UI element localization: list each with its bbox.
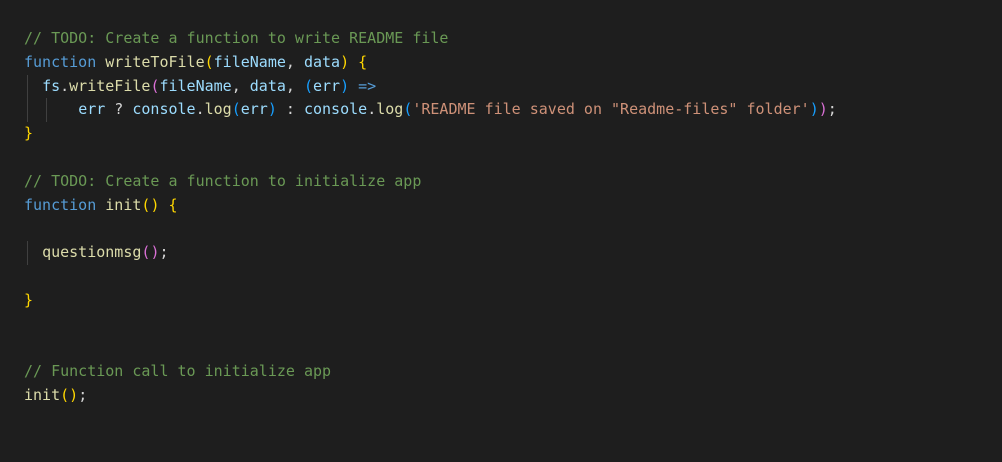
indent-guide bbox=[27, 98, 28, 123]
code-lines[interactable]: // TODO: Create a function to write READ… bbox=[24, 27, 837, 408]
code-line[interactable]: init(); bbox=[24, 384, 837, 408]
code-token: ; bbox=[159, 243, 169, 262]
code-line[interactable]: questionmsg(); bbox=[24, 241, 837, 265]
code-token: init bbox=[24, 385, 61, 404]
indent-guide bbox=[27, 241, 28, 265]
code-token: ( bbox=[231, 100, 241, 119]
code-token: ) bbox=[340, 52, 350, 71]
code-line[interactable]: err ? console.log(err) : console.log('RE… bbox=[24, 98, 837, 123]
code-token: data bbox=[303, 52, 341, 71]
code-token: . bbox=[195, 100, 205, 119]
code-token: writeToFile bbox=[105, 52, 205, 71]
code-token: ) bbox=[267, 100, 277, 119]
code-token: fs bbox=[42, 76, 61, 95]
code-token: } bbox=[24, 290, 34, 309]
code-token: ; bbox=[827, 100, 837, 119]
code-token: questionmsg bbox=[42, 243, 142, 262]
code-token: function bbox=[24, 52, 97, 71]
code-line[interactable] bbox=[24, 265, 837, 289]
code-token: ) bbox=[340, 76, 350, 95]
code-token: ; bbox=[78, 385, 88, 404]
code-line[interactable]: // Function call to initialize app bbox=[24, 360, 837, 384]
code-token: err bbox=[313, 76, 341, 95]
code-token: , bbox=[285, 76, 304, 95]
code-token: { bbox=[168, 195, 178, 214]
code-token: . bbox=[367, 100, 377, 119]
code-line[interactable] bbox=[24, 146, 837, 170]
code-token: 'README file saved on "Readme-files" fol… bbox=[412, 100, 810, 119]
code-token: ( bbox=[303, 76, 313, 95]
code-token: log bbox=[204, 100, 232, 119]
code-token: : bbox=[276, 100, 304, 119]
code-line[interactable]: // TODO: Create a function to write READ… bbox=[24, 27, 837, 51]
code-line[interactable]: } bbox=[24, 122, 837, 146]
code-token: . bbox=[60, 76, 70, 95]
code-line[interactable] bbox=[24, 217, 837, 241]
code-token: ) bbox=[818, 100, 828, 119]
code-line[interactable]: } bbox=[24, 289, 837, 313]
code-token: { bbox=[358, 52, 368, 71]
code-token: console bbox=[303, 100, 368, 119]
code-token: fileName bbox=[213, 52, 286, 71]
code-token: ( bbox=[60, 385, 70, 404]
code-line[interactable] bbox=[24, 313, 837, 337]
indent-guide bbox=[27, 74, 28, 99]
code-token: ? bbox=[105, 100, 133, 119]
indent-guide bbox=[46, 98, 47, 123]
code-token: ) bbox=[809, 100, 819, 119]
code-token: => bbox=[358, 76, 377, 95]
code-token: // TODO: Create a function to write READ… bbox=[24, 29, 449, 47]
code-token: } bbox=[24, 124, 34, 143]
code-line[interactable]: fs.writeFile(fileName, data, (err) => bbox=[24, 74, 837, 99]
code-token: err bbox=[78, 100, 106, 119]
code-token: ( bbox=[403, 100, 413, 119]
code-token: ( bbox=[204, 52, 214, 71]
code-token: , bbox=[285, 52, 304, 71]
code-token: data bbox=[249, 76, 286, 95]
code-token: writeFile bbox=[69, 76, 151, 95]
code-token: ) bbox=[69, 385, 79, 404]
code-token: // Function call to initialize app bbox=[24, 362, 332, 381]
code-line[interactable]: function writeToFile(fileName, data) { bbox=[24, 51, 837, 75]
code-token: init bbox=[105, 195, 142, 214]
code-token: log bbox=[376, 100, 404, 119]
code-editor[interactable]: // TODO: Create a function to write READ… bbox=[0, 0, 1002, 462]
code-token: , bbox=[231, 76, 250, 95]
code-line[interactable]: function init() { bbox=[24, 194, 837, 218]
code-line[interactable] bbox=[24, 336, 837, 360]
code-token: console bbox=[132, 100, 196, 119]
code-token: // TODO: Create a function to initialize… bbox=[24, 171, 422, 190]
code-token: fileName bbox=[159, 76, 232, 95]
code-token: err bbox=[240, 100, 268, 119]
code-token: function bbox=[24, 195, 97, 214]
code-line[interactable]: // TODO: Create a function to initialize… bbox=[24, 170, 837, 194]
